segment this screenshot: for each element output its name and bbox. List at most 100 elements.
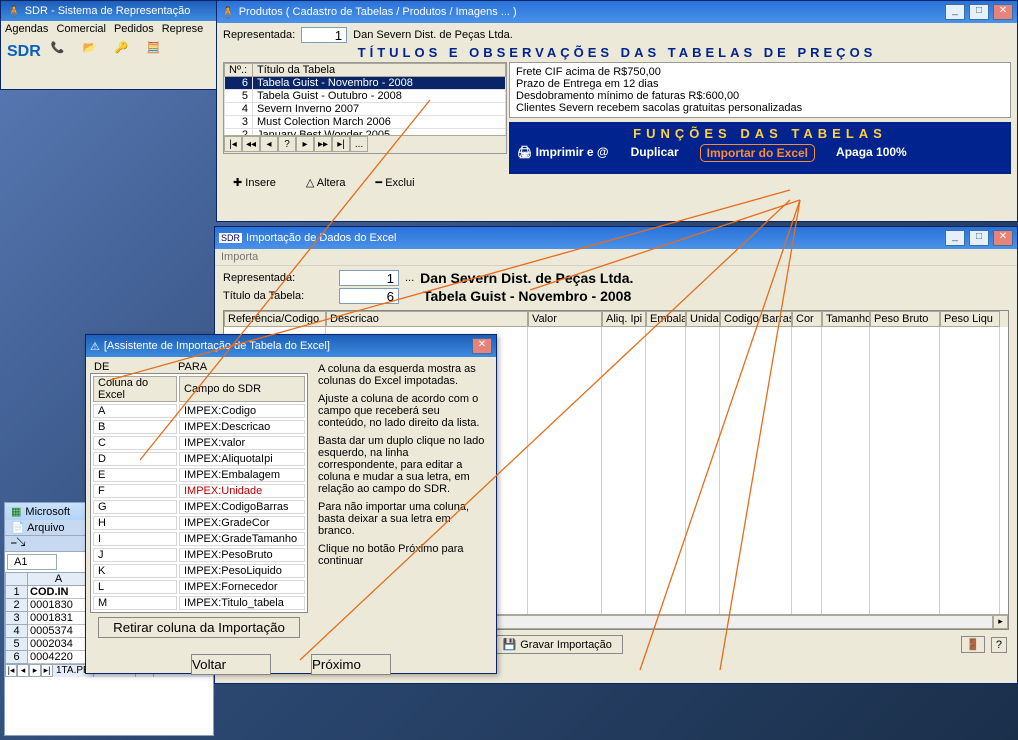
maximize-button[interactable]: □ — [969, 230, 989, 246]
import-title: Importação de Dados do Excel — [246, 232, 396, 244]
tabela-row[interactable]: 6Tabela Guist - Novembro - 2008 — [225, 77, 506, 90]
help-icon[interactable]: ? — [991, 637, 1007, 653]
wizard-col-sdr[interactable]: Campo do SDR — [179, 376, 305, 402]
excel-row-header[interactable]: 3 — [6, 612, 28, 625]
tabela-row[interactable]: 5Tabela Guist - Outubro - 2008 — [225, 90, 506, 103]
retirar-coluna-button[interactable]: Retirar coluna da Importação — [98, 617, 300, 638]
menu-pedidos[interactable]: Pedidos — [114, 23, 154, 35]
grid-col-header[interactable]: Codigo Barras — [720, 311, 792, 327]
func-apaga[interactable]: Apaga 100% — [836, 145, 907, 161]
grid-col-header[interactable]: Embala — [646, 311, 686, 327]
sdr-titlebar[interactable]: 🧍 SDR - Sistema de Representação — [1, 1, 217, 21]
nav-ins[interactable]: ... — [350, 136, 368, 152]
excel-row-header[interactable]: 6 — [6, 651, 28, 664]
excel-cellref[interactable] — [7, 554, 57, 570]
proximo-button[interactable]: Próximo — [311, 654, 391, 675]
func-duplicar[interactable]: Duplicar — [631, 145, 679, 161]
action-insere[interactable]: ✚ Insere — [233, 176, 276, 189]
func-imprimir[interactable]: 🖨 Imprimir e @ — [517, 145, 609, 161]
arrow-icon[interactable]: ⎯↘ — [11, 537, 25, 549]
excel-row-header[interactable]: 5 — [6, 638, 28, 651]
wizard-mapping-table[interactable]: Coluna do Excel Campo do SDR AIMPEX:Codi… — [90, 373, 308, 613]
grid-col-header[interactable]: Aliq. Ipi — [602, 311, 646, 327]
mapping-row[interactable]: LIMPEX:Fornecedor — [93, 580, 305, 594]
folder-icon[interactable]: 📂 — [83, 41, 105, 63]
menu-comercial[interactable]: Comercial — [56, 23, 106, 35]
tabela-row[interactable]: 3Must Colection March 2006 — [225, 116, 506, 129]
key-icon[interactable]: 🔑 — [115, 41, 137, 63]
mapping-row[interactable]: BIMPEX:Descricao — [93, 420, 305, 434]
representada-input[interactable] — [301, 27, 347, 43]
sheet-next-icon[interactable]: ▸ — [29, 664, 41, 677]
nav-first[interactable]: |◂ — [224, 136, 242, 152]
excel-row-header[interactable]: 2 — [6, 599, 28, 612]
grid-col-header[interactable]: Peso Bruto — [870, 311, 940, 327]
close-button[interactable]: ✕ — [472, 338, 492, 354]
action-exclui[interactable]: ━ Exclui — [376, 176, 415, 189]
importa-menu[interactable]: Importa — [221, 251, 258, 263]
sheet-first-icon[interactable]: |◂ — [5, 664, 17, 677]
import-titlebar[interactable]: SDR Importação de Dados do Excel _ □ ✕ — [215, 227, 1017, 249]
maximize-button[interactable]: □ — [969, 4, 989, 20]
tabelas-list[interactable]: Nº.: Título da Tabela 6Tabela Guist - No… — [223, 62, 507, 154]
grid-col-header[interactable]: Valor — [528, 311, 602, 327]
minimize-button[interactable]: _ — [945, 4, 965, 20]
tabela-row[interactable]: 4Severn Inverno 2007 — [225, 103, 506, 116]
wizard-titlebar[interactable]: ⚠ [Assistente de Importação de Tabela do… — [86, 335, 496, 357]
wizard-col-excel[interactable]: Coluna do Excel — [93, 376, 177, 402]
mapping-row[interactable]: GIMPEX:CodigoBarras — [93, 500, 305, 514]
grid-col-header[interactable]: Descricao — [326, 311, 528, 327]
excel-corner[interactable] — [6, 573, 28, 586]
menu-represe[interactable]: Represe — [162, 23, 204, 35]
col-n[interactable]: Nº.: — [225, 64, 253, 77]
mapping-row[interactable]: HIMPEX:GradeCor — [93, 516, 305, 530]
excel-menu-arquivo[interactable]: Arquivo — [27, 522, 64, 534]
phone-icon[interactable]: 📞 — [51, 41, 73, 63]
mapping-row[interactable]: KIMPEX:PesoLiquido — [93, 564, 305, 578]
action-altera[interactable]: △ Altera — [306, 176, 346, 189]
mapping-row[interactable]: IIMPEX:GradeTamanho — [93, 532, 305, 546]
import-tab-input[interactable] — [339, 288, 399, 304]
mapping-row[interactable]: CIMPEX:valor — [93, 436, 305, 450]
import-tab-label: Título da Tabela: — [223, 290, 333, 302]
mapping-row[interactable]: JIMPEX:PesoBruto — [93, 548, 305, 562]
tabelas-scroll[interactable]: Nº.: Título da Tabela 6Tabela Guist - No… — [224, 63, 506, 135]
excel-row-header[interactable]: 1 — [6, 586, 28, 599]
sheet-last-icon[interactable]: ▸| — [41, 664, 53, 677]
excel-col-a[interactable]: A — [28, 573, 90, 586]
nav-next[interactable]: ▸ — [296, 136, 314, 152]
nav-last[interactable]: ▸| — [332, 136, 350, 152]
scroll-right-icon[interactable]: ▸ — [993, 615, 1008, 629]
dots-button[interactable]: ... — [405, 272, 414, 284]
mapping-row[interactable]: DIMPEX:AliquotaIpi — [93, 452, 305, 466]
gravar-button[interactable]: 💾 Gravar Importação — [492, 635, 623, 654]
nav-prevpage[interactable]: ◂◂ — [242, 136, 260, 152]
voltar-button[interactable]: Voltar — [191, 654, 271, 675]
func-importar-excel[interactable]: Importar do Excel — [701, 145, 814, 161]
produtos-titlebar[interactable]: 🧍 Produtos ( Cadastro de Tabelas / Produ… — [217, 1, 1017, 23]
close-button[interactable]: ✕ — [993, 4, 1013, 20]
nav-q[interactable]: ? — [278, 136, 296, 152]
nav-nextpage[interactable]: ▸▸ — [314, 136, 332, 152]
exit-icon[interactable]: 🚪 — [961, 636, 985, 653]
grid-col-header[interactable]: Cor — [792, 311, 822, 327]
minimize-button[interactable]: _ — [945, 230, 965, 246]
menu-agendas[interactable]: Agendas — [5, 23, 48, 35]
grid-col-header[interactable]: Referência/Codigo — [224, 311, 326, 327]
nav-prev[interactable]: ◂ — [260, 136, 278, 152]
mapping-row[interactable]: FIMPEX:Unidade — [93, 484, 305, 498]
grid-col-header[interactable]: Peso Liqu — [940, 311, 1000, 327]
grid-col-header[interactable]: Tamanho — [822, 311, 870, 327]
mapping-row[interactable]: AIMPEX:Codigo — [93, 404, 305, 418]
sheet-prev-icon[interactable]: ◂ — [17, 664, 29, 677]
col-titulo[interactable]: Título da Tabela — [253, 64, 506, 77]
mapping-row[interactable]: MIMPEX:Titulo_tabela — [93, 596, 305, 610]
import-rep-input[interactable] — [339, 270, 399, 286]
excel-shortcut-icon[interactable]: 📄 — [11, 522, 25, 534]
mapping-row[interactable]: EIMPEX:Embalagem — [93, 468, 305, 482]
calculator-icon[interactable]: 🧮 — [147, 41, 169, 63]
excel-row-header[interactable]: 4 — [6, 625, 28, 638]
representada-label: Representada: — [223, 29, 295, 41]
grid-col-header[interactable]: Unida — [686, 311, 720, 327]
close-button[interactable]: ✕ — [993, 230, 1013, 246]
